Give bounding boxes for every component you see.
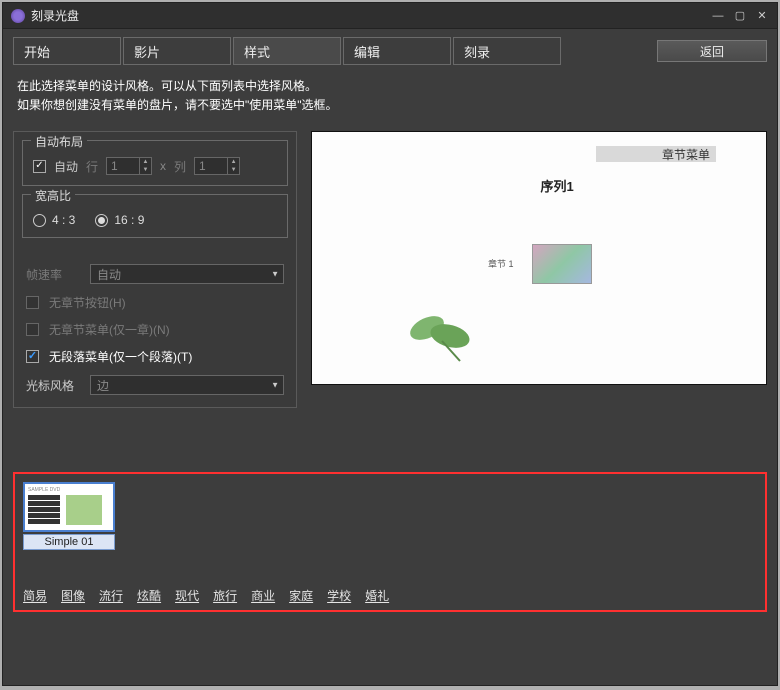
cat-cool[interactable]: 炫酷 [137, 587, 161, 604]
window-title: 刻录光盘 [31, 7, 711, 24]
no-paragraph-menu-checkbox[interactable] [26, 350, 39, 363]
template-item[interactable]: SAMPLE DVD Simple 01 [23, 482, 115, 550]
menu-preview: 章节菜单 序列1 章节 1 [311, 131, 767, 385]
x-label: x [160, 159, 166, 173]
template-caption: Simple 01 [23, 534, 115, 550]
template-gallery: SAMPLE DVD Simple 01 简易 图像 流行 炫酷 现代 旅行 商… [13, 472, 767, 612]
cursor-style-label: 光标风格 [26, 377, 80, 394]
cat-travel[interactable]: 旅行 [213, 587, 237, 604]
tab-edit[interactable]: 编辑 [343, 37, 451, 65]
leaf-icon [402, 306, 482, 366]
back-button[interactable]: 返回 [657, 40, 767, 62]
tab-start[interactable]: 开始 [13, 37, 121, 65]
cat-wedding[interactable]: 婚礼 [365, 587, 389, 604]
cat-image[interactable]: 图像 [61, 587, 85, 604]
maximize-button[interactable]: ▢ [733, 9, 747, 23]
cat-school[interactable]: 学校 [327, 587, 351, 604]
auto-label: 自动 [54, 158, 78, 175]
chapter-menu-label: 章节菜单 [662, 146, 710, 163]
cat-modern[interactable]: 现代 [175, 587, 199, 604]
thumb-caption: 章节 1 [488, 257, 514, 270]
tab-movie[interactable]: 影片 [123, 37, 231, 65]
col-spinner[interactable]: 1 ▲▼ [194, 157, 240, 175]
framerate-label: 帧速率 [26, 266, 80, 283]
cat-simple[interactable]: 简易 [23, 587, 47, 604]
app-icon [11, 9, 25, 23]
close-button[interactable]: ✕ [755, 9, 769, 23]
no-paragraph-menu-label: 无段落菜单(仅一个段落)(T) [49, 348, 192, 365]
aspect-legend: 宽高比 [31, 187, 75, 204]
no-chapter-menu-label: 无章节菜单(仅一章)(N) [49, 321, 170, 338]
cat-family[interactable]: 家庭 [289, 587, 313, 604]
tab-burn[interactable]: 刻录 [453, 37, 561, 65]
col-label: 列 [174, 158, 186, 175]
no-chapter-menu-checkbox [26, 323, 39, 336]
minimize-button[interactable]: — [711, 9, 725, 23]
framerate-select[interactable]: 自动 ▼ [90, 264, 284, 284]
category-bar: 简易 图像 流行 炫酷 现代 旅行 商业 家庭 学校 婚礼 [23, 587, 389, 604]
row-label: 行 [86, 158, 98, 175]
app-window: 刻录光盘 — ▢ ✕ 开始 影片 样式 编辑 刻录 返回 在此选择菜单的设计风格… [2, 2, 778, 686]
tab-bar: 开始 影片 样式 编辑 刻录 返回 [13, 37, 767, 65]
description-text: 在此选择菜单的设计风格。可以从下面列表中选择风格。 如果你想创建没有菜单的盘片，… [17, 77, 763, 115]
template-thumbnail: SAMPLE DVD [23, 482, 115, 532]
row-spinner[interactable]: 1 ▲▼ [106, 157, 152, 175]
cursor-style-select[interactable]: 边 ▼ [90, 375, 284, 395]
titlebar: 刻录光盘 — ▢ ✕ [3, 3, 777, 29]
chapter-thumbnail [532, 244, 592, 284]
cat-business[interactable]: 商业 [251, 587, 275, 604]
auto-checkbox[interactable] [33, 160, 46, 173]
auto-layout-legend: 自动布局 [31, 133, 87, 150]
sequence-label: 序列1 [541, 176, 574, 195]
cat-pop[interactable]: 流行 [99, 587, 123, 604]
tab-style[interactable]: 样式 [233, 37, 341, 65]
auto-layout-group: 自动布局 自动 行 1 ▲▼ x 列 1 ▲▼ [22, 140, 288, 186]
no-chapter-button-label: 无章节按钮(H) [49, 294, 126, 311]
no-chapter-button-checkbox [26, 296, 39, 309]
radio-4-3[interactable]: 4 : 3 [33, 213, 75, 227]
radio-16-9[interactable]: 16 : 9 [95, 213, 144, 227]
settings-panel: 自动布局 自动 行 1 ▲▼ x 列 1 ▲▼ [13, 131, 297, 408]
aspect-ratio-group: 宽高比 4 : 3 16 : 9 [22, 194, 288, 238]
